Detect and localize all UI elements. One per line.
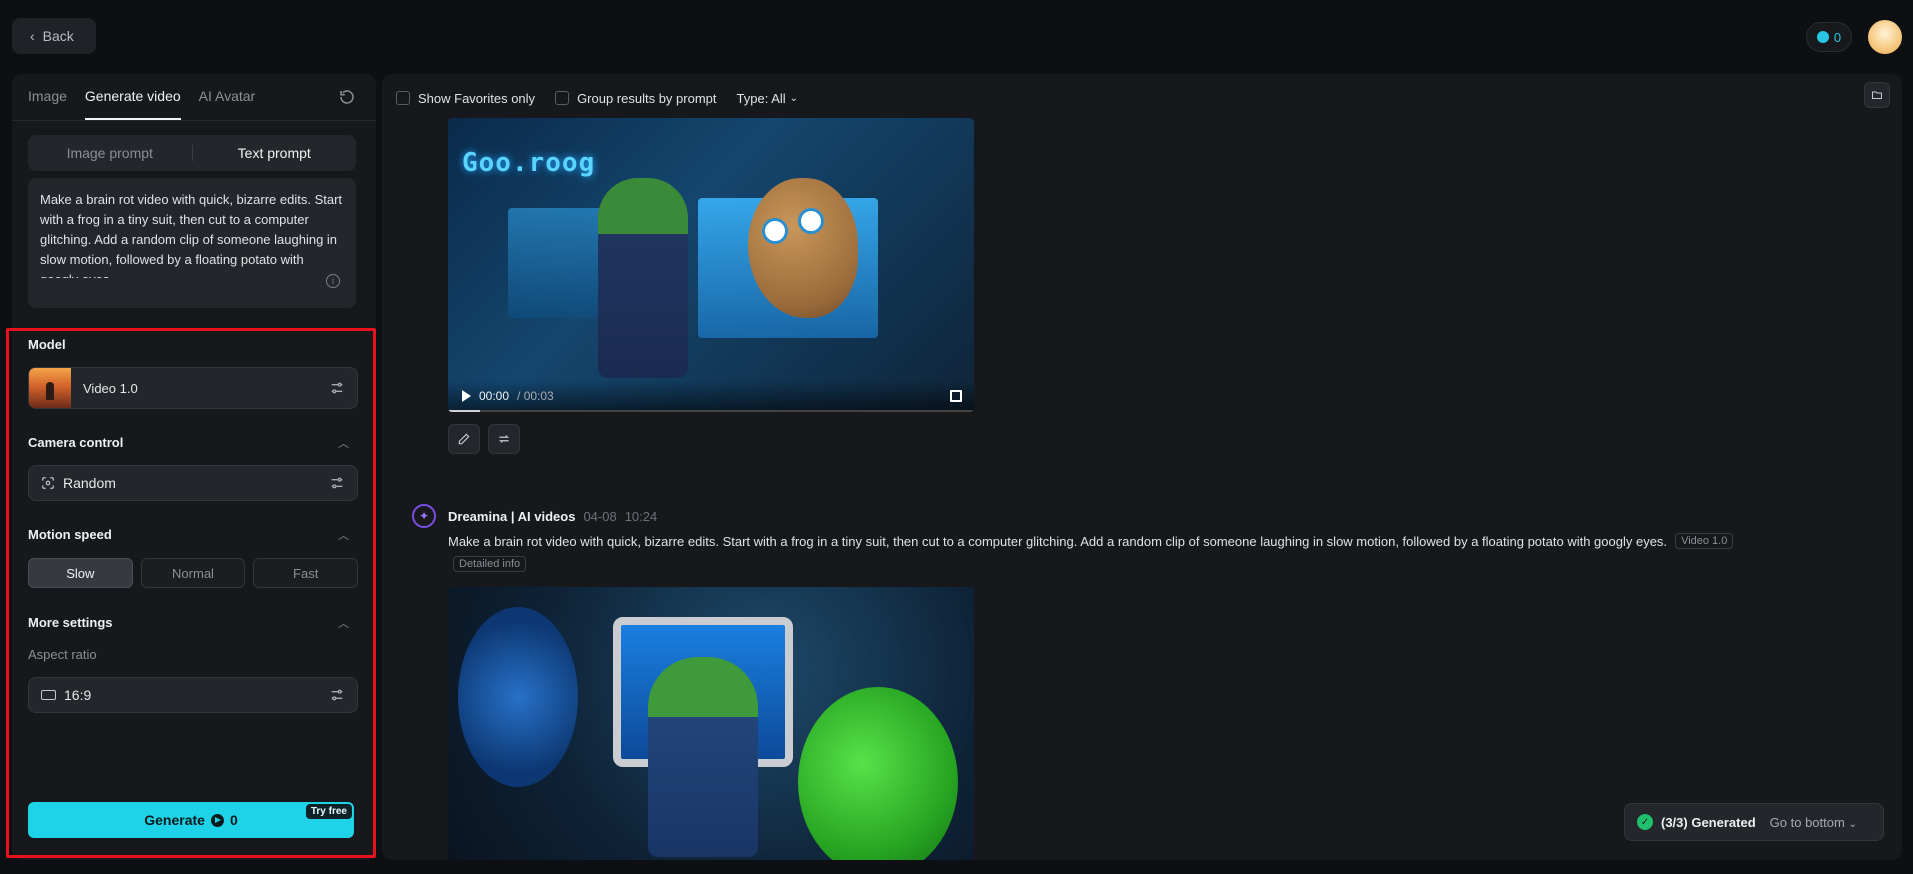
top-bar: ‹ Back 0 <box>0 0 1913 72</box>
favorites-label: Show Favorites only <box>418 90 536 106</box>
aspect-ratio-label: Aspect ratio <box>28 647 97 662</box>
image-prompt-option[interactable]: Image prompt <box>28 145 192 161</box>
model-thumbnail <box>29 368 71 408</box>
folder-icon <box>1872 91 1882 99</box>
speed-slow-button[interactable]: Slow <box>28 558 133 588</box>
mode-tabs: Image Generate video AI Avatar <box>28 86 273 120</box>
aspect-ratio-select[interactable]: 16:9 <box>28 677 358 713</box>
play-icon[interactable] <box>462 390 471 402</box>
tab-image[interactable]: Image <box>28 86 67 120</box>
type-filter-label: Type: All <box>736 90 786 106</box>
time-current: 00:00 <box>479 389 510 403</box>
model-name: Video 1.0 <box>83 380 138 396</box>
regenerate-button[interactable] <box>488 424 520 454</box>
group-label: Group results by prompt <box>577 90 717 106</box>
chevron-up-icon[interactable]: ︿ <box>338 527 350 542</box>
model-tag[interactable]: Video 1.0 <box>1675 533 1734 549</box>
image-neon-sign: Goo.roog <box>462 148 596 178</box>
type-filter-dropdown[interactable]: Type: All ⌄ <box>737 91 799 106</box>
result-actions <box>448 424 520 454</box>
prompt-text: Make a brain rot video with quick, bizar… <box>40 192 343 278</box>
progress-fill <box>448 410 480 412</box>
image-green-blob <box>798 687 958 860</box>
fullscreen-icon[interactable] <box>950 390 962 402</box>
generate-label: Generate <box>144 812 205 828</box>
coin-icon <box>1816 31 1829 43</box>
tabs-divider <box>12 120 376 121</box>
result-prompt: Make a brain rot video with quick, bizar… <box>448 533 1734 549</box>
group-checkbox[interactable]: Group results by prompt <box>555 90 717 106</box>
checkbox-box[interactable] <box>555 91 570 105</box>
sliders-icon[interactable] <box>329 475 345 491</box>
aspect-ratio-value: 16:9 <box>64 687 92 703</box>
pencil-icon <box>458 433 470 445</box>
prompt-textarea[interactable]: Make a brain rot video with quick, bizar… <box>28 178 356 308</box>
filters-bar: Show Favorites only Group results by pro… <box>396 86 798 110</box>
more-settings-label: More settings <box>28 615 113 630</box>
aspect-ratio-icon <box>41 690 56 700</box>
generation-status-toast: ✓ (3/3) Generated Go to bottom ⌄ <box>1624 803 1884 841</box>
edit-button[interactable] <box>448 424 480 454</box>
image-eye <box>798 208 824 234</box>
author-name: Dreamina | AI videos <box>448 508 576 524</box>
image-glow-screen <box>458 607 578 787</box>
chevron-up-icon[interactable]: ︿ <box>338 615 350 630</box>
results-panel: Show Favorites only Group results by pro… <box>382 74 1902 860</box>
camera-control-select[interactable]: Random <box>28 465 358 501</box>
motion-speed-label: Motion speed <box>28 527 112 542</box>
result-prompt-text: Make a brain rot video with quick, bizar… <box>448 533 1668 549</box>
try-free-badge: Try free <box>305 804 352 819</box>
video-player[interactable] <box>448 587 974 860</box>
camera-focus-icon <box>42 477 54 489</box>
image-frog <box>598 178 688 378</box>
credits-count: 0 <box>1833 29 1842 45</box>
generate-cost: 0 <box>229 812 238 828</box>
text-prompt-option[interactable]: Text prompt <box>193 145 357 161</box>
checkbox-box[interactable] <box>396 91 410 105</box>
info-icon[interactable]: i <box>326 274 340 288</box>
generate-button[interactable]: Generate 0 Try free <box>28 802 354 838</box>
chevron-left-icon: ‹ <box>30 28 35 44</box>
coin-icon <box>210 813 224 827</box>
chevron-down-icon: ⌄ <box>1848 818 1857 830</box>
video-controls: 00:00 / 00:03 <box>448 380 974 412</box>
motion-speed-options: Slow Normal Fast <box>28 558 359 588</box>
result-date: 04-08 <box>583 508 617 524</box>
dreamina-logo-icon: ✦ <box>412 504 436 528</box>
chevron-down-icon: ⌄ <box>789 92 799 104</box>
time-total: / 00:03 <box>517 389 554 403</box>
camera-control-value: Random <box>63 475 116 491</box>
image-potato <box>748 178 858 318</box>
video-progress-bar[interactable] <box>448 410 974 412</box>
repeat-icon <box>499 435 509 443</box>
result-header: ✦ Dreamina | AI videos 04-08 10:24 <box>412 504 657 528</box>
tab-ai-avatar[interactable]: AI Avatar <box>199 86 256 120</box>
speed-normal-button[interactable]: Normal <box>140 558 246 588</box>
image-frog <box>648 657 758 857</box>
tab-generate-video[interactable]: Generate video <box>84 86 181 120</box>
sliders-icon[interactable] <box>329 687 345 703</box>
sliders-icon[interactable] <box>329 380 345 396</box>
image-eye <box>762 218 788 244</box>
credits-pill[interactable]: 0 <box>1806 22 1852 52</box>
reset-icon[interactable] <box>338 88 356 106</box>
camera-control-label: Camera control <box>28 435 124 450</box>
go-to-bottom-label: Go to bottom <box>1769 814 1845 830</box>
generated-status: (3/3) Generated <box>1661 814 1756 830</box>
favorites-checkbox[interactable]: Show Favorites only <box>396 91 535 106</box>
detailed-info-button[interactable]: Detailed info <box>453 556 527 572</box>
speed-fast-button[interactable]: Fast <box>253 558 359 588</box>
check-icon: ✓ <box>1637 814 1653 830</box>
model-selector[interactable]: Video 1.0 <box>28 367 358 409</box>
prompt-mode-switch: Image prompt Text prompt <box>28 135 356 171</box>
folder-button[interactable] <box>1864 82 1890 108</box>
back-button[interactable]: ‹ Back <box>12 18 96 54</box>
model-label: Model <box>28 337 66 352</box>
back-label: Back <box>42 28 74 44</box>
go-to-bottom-link[interactable]: Go to bottom ⌄ <box>1770 815 1857 830</box>
result-time: 10:24 <box>624 508 658 524</box>
chevron-up-icon[interactable]: ︿ <box>338 435 350 450</box>
video-player[interactable]: Goo.roog 00:00 / 00:03 <box>448 118 974 412</box>
avatar[interactable] <box>1868 20 1902 54</box>
